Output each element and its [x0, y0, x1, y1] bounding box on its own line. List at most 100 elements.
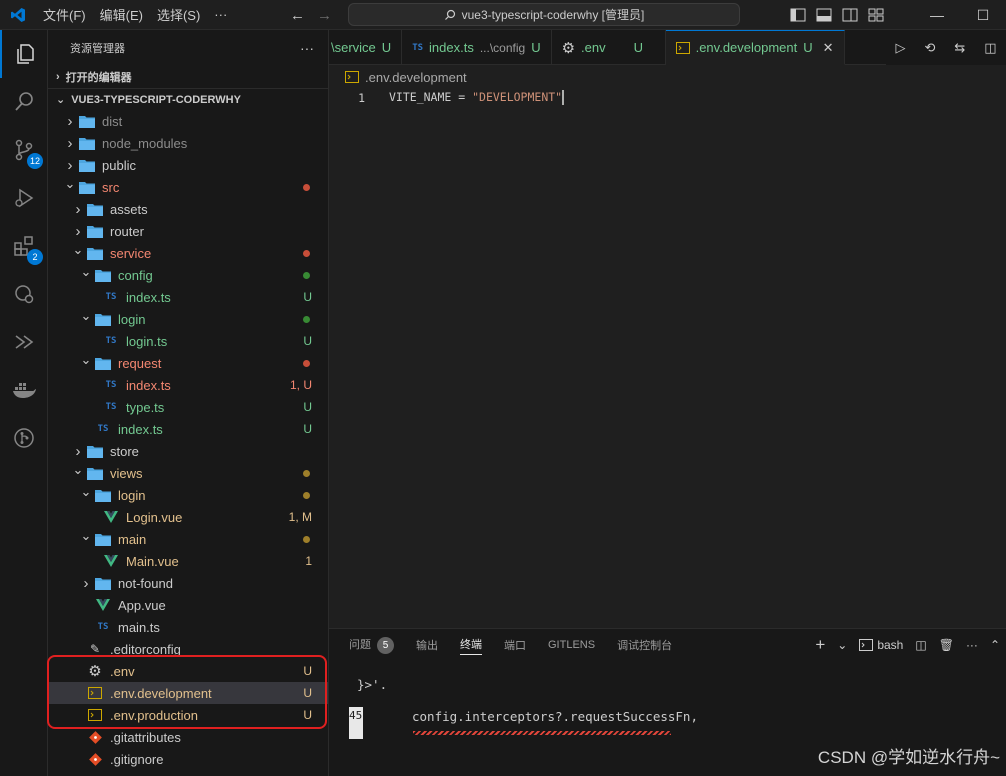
tab-label: \service: [331, 40, 376, 55]
file-row[interactable]: Login.vue 1, M: [48, 506, 328, 528]
workspace-root-section[interactable]: ⌄ VUE3-TYPESCRIPT-CODERWHY: [48, 88, 328, 110]
file-row[interactable]: TS index.ts U: [48, 286, 328, 308]
tab-gitlens[interactable]: GITLENS: [548, 639, 595, 651]
tab-env-development[interactable]: .env.development U ✕: [665, 30, 845, 65]
typescript-file-icon: TS: [105, 336, 117, 346]
toggle-primary-sidebar-icon[interactable]: [790, 8, 806, 22]
file-row[interactable]: .env.development U: [48, 682, 328, 704]
folder-row[interactable]: › not-found: [48, 572, 328, 594]
tree-item-label: type.ts: [126, 399, 165, 415]
folder-row[interactable]: ⌄ main: [48, 528, 328, 550]
command-center-search[interactable]: vue3-typescript-coderwhy [管理员]: [348, 3, 740, 26]
tree-item-label: service: [110, 245, 152, 261]
folder-icon: [94, 531, 112, 547]
remote-explorer-icon[interactable]: [0, 270, 48, 318]
chevron-down-icon[interactable]: ⌄: [837, 638, 847, 652]
run-icon[interactable]: ▷: [895, 40, 905, 56]
file-row[interactable]: ✎ .editorconfig: [48, 638, 328, 660]
explorer-header: 资源管理器 ···: [48, 30, 328, 66]
folder-row[interactable]: ⌄ views: [48, 462, 328, 484]
more-actions-icon[interactable]: ···: [966, 638, 978, 652]
tab-service[interactable]: \service U: [329, 30, 403, 65]
forward-arrow-icon[interactable]: →: [317, 7, 332, 24]
file-row[interactable]: TS index.ts U: [48, 418, 328, 440]
file-row[interactable]: TS type.ts U: [48, 396, 328, 418]
tree-item-label: main.ts: [118, 619, 160, 635]
more-actions-icon[interactable]: ···: [300, 40, 314, 56]
explorer-icon[interactable]: [0, 30, 48, 78]
error-squiggle: [413, 731, 671, 735]
file-row[interactable]: TS main.ts: [48, 616, 328, 638]
folder-row[interactable]: ⌄ login: [48, 484, 328, 506]
extensions-icon[interactable]: 2: [0, 222, 48, 270]
new-terminal-icon[interactable]: +: [815, 635, 825, 655]
watermark: CSDN @学如逆水行舟~: [817, 748, 1000, 767]
tab-env[interactable]: ⚙ .env U: [552, 30, 666, 65]
toggle-panel-icon[interactable]: [816, 8, 832, 22]
tab-debug-console[interactable]: 调试控制台: [617, 637, 672, 653]
file-row[interactable]: .gitattributes: [48, 726, 328, 748]
folder-row[interactable]: ⌄ config: [48, 264, 328, 286]
code-line[interactable]: 1 VITE_NAME = "DEVELOPMENT": [329, 88, 929, 107]
folder-row[interactable]: › public: [48, 154, 328, 176]
maximize-panel-icon[interactable]: ⌃: [990, 638, 1000, 652]
breadcrumb[interactable]: .env.development: [329, 66, 467, 88]
search-activity-icon[interactable]: [0, 78, 48, 126]
tree-item-label: Login.vue: [126, 509, 183, 525]
folder-row[interactable]: › node_modules: [48, 132, 328, 154]
source-control-icon[interactable]: 12: [0, 126, 48, 174]
breadcrumb-file[interactable]: .env.development: [365, 70, 467, 85]
run-debug-icon[interactable]: [0, 174, 48, 222]
file-row[interactable]: TS index.ts 1, U: [48, 374, 328, 396]
shell-label: bash: [877, 638, 904, 652]
compare-changes-icon[interactable]: ⇆: [954, 40, 965, 56]
split-editor-icon[interactable]: ◫: [984, 40, 996, 56]
toggle-secondary-sidebar-icon[interactable]: [842, 8, 858, 22]
file-row[interactable]: Main.vue 1: [48, 550, 328, 572]
folder-row[interactable]: › router: [48, 220, 328, 242]
maximize-icon[interactable]: ☐: [960, 7, 1006, 24]
gitlens-icon[interactable]: [0, 414, 48, 462]
timeline-icon[interactable]: ⟲: [924, 40, 935, 56]
open-editors-section[interactable]: › 打开的编辑器: [48, 66, 328, 88]
menu-file[interactable]: 文件(F): [36, 5, 93, 24]
tab-status: U: [633, 40, 644, 55]
file-row[interactable]: .env.production U: [48, 704, 328, 726]
code-text[interactable]: VITE_NAME = "DEVELOPMENT": [389, 90, 565, 105]
tree-item-label: store: [110, 443, 139, 459]
menu-selection[interactable]: 选择(S): [150, 5, 207, 24]
folder-row[interactable]: › dist: [48, 110, 328, 132]
docker-icon[interactable]: [0, 366, 48, 414]
back-arrow-icon[interactable]: ←: [290, 7, 305, 24]
tree-item-label: request: [118, 355, 162, 371]
trash-icon[interactable]: 🗑: [939, 638, 954, 652]
tab-index-ts[interactable]: TS index.ts ...\config U: [402, 30, 552, 65]
folder-row[interactable]: ⌄ request: [48, 352, 328, 374]
tab-terminal[interactable]: 终端: [460, 636, 482, 655]
file-row[interactable]: TS login.ts U: [48, 330, 328, 352]
folder-row[interactable]: ⌄ login: [48, 308, 328, 330]
terminal-line-number: 45: [349, 707, 363, 739]
terminal-shell-icon[interactable]: bash: [859, 638, 903, 652]
tab-problems[interactable]: 问题 5: [349, 636, 394, 654]
menu-edit[interactable]: 编辑(E): [93, 5, 150, 24]
customize-layout-icon[interactable]: [868, 8, 884, 22]
folder-row[interactable]: ⌄ src: [48, 176, 328, 198]
minimize-icon[interactable]: —: [914, 7, 960, 23]
folder-row[interactable]: › store: [48, 440, 328, 462]
folder-row[interactable]: › assets: [48, 198, 328, 220]
folder-row[interactable]: ⌄ service: [48, 242, 328, 264]
menu-more[interactable]: ···: [207, 7, 234, 22]
testing-icon[interactable]: [0, 318, 48, 366]
modified-dot: [303, 315, 310, 323]
tab-output[interactable]: 输出: [416, 637, 438, 653]
file-row[interactable]: App.vue: [48, 594, 328, 616]
tab-ports[interactable]: 端口: [504, 637, 526, 653]
tab-label: 问题: [349, 639, 371, 651]
git-status: U: [303, 664, 312, 678]
close-icon[interactable]: ✕: [823, 40, 834, 56]
file-row[interactable]: ⚙ .env U: [48, 660, 328, 682]
file-row[interactable]: .gitignore: [48, 748, 328, 770]
split-terminal-icon[interactable]: ◫: [915, 638, 926, 652]
tab-status: U: [381, 40, 392, 55]
